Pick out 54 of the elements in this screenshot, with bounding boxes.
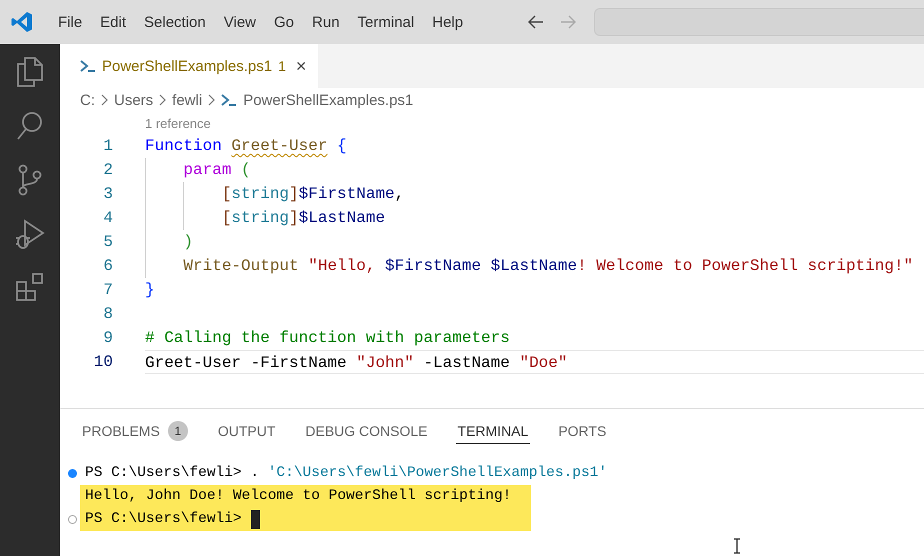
chevron-right-icon bbox=[159, 94, 166, 106]
line-number: 6 bbox=[102, 256, 114, 277]
panel-tab[interactable]: DEBUG CONSOLE bbox=[303, 419, 430, 444]
line-number: 7 bbox=[102, 280, 114, 301]
command-status-icon[interactable] bbox=[68, 515, 77, 524]
codelens-link[interactable]: 1 reference bbox=[145, 116, 211, 130]
back-arrow-icon[interactable] bbox=[528, 15, 544, 29]
menu-item[interactable]: Go bbox=[265, 10, 304, 34]
problem-count-badge: 1 bbox=[168, 421, 188, 441]
menu-item[interactable]: Run bbox=[303, 10, 349, 34]
menu-item[interactable]: Terminal bbox=[348, 10, 424, 34]
code-line: Function Greet-User { bbox=[145, 136, 348, 157]
breadcrumb-item[interactable]: Users bbox=[114, 92, 154, 108]
breadcrumb-item[interactable]: C: bbox=[80, 92, 95, 108]
menu-item[interactable]: Selection bbox=[135, 10, 215, 34]
terminal-icon bbox=[221, 93, 238, 107]
extensions-icon[interactable] bbox=[15, 272, 45, 304]
panel-tab[interactable]: PROBLEMS 1 bbox=[80, 417, 190, 446]
terminal-line: Hello, John Doe! Welcome to PowerShell scripting! bbox=[85, 487, 512, 506]
app-logo-icon[interactable] bbox=[10, 10, 34, 34]
close-icon[interactable]: × bbox=[296, 56, 306, 76]
code-line: } bbox=[145, 280, 156, 301]
panel-tab[interactable]: PORTS bbox=[556, 419, 608, 444]
menu-item[interactable]: Help bbox=[423, 10, 472, 34]
terminal-icon bbox=[80, 59, 96, 73]
line-number: 2 bbox=[102, 160, 114, 181]
problem-count: 1 bbox=[278, 58, 286, 74]
terminal-line: PS C:\Users\fewli> . 'C:\Users\fewli\PowerShellExamples.ps1' bbox=[85, 464, 608, 483]
text-cursor-icon bbox=[733, 538, 741, 554]
line-number: 5 bbox=[102, 232, 114, 253]
line-number: 1 bbox=[102, 136, 114, 157]
source-control-icon[interactable] bbox=[16, 164, 44, 196]
panel-tab[interactable]: OUTPUT bbox=[216, 419, 278, 444]
files-icon[interactable] bbox=[15, 56, 45, 88]
menu-item[interactable]: View bbox=[214, 10, 265, 34]
search-icon[interactable] bbox=[15, 110, 45, 142]
editor-tab[interactable]: PowerShellExamples.ps1 1 × bbox=[60, 44, 318, 88]
line-number: 4 bbox=[102, 208, 114, 229]
code-line: Greet-User -FirstName "John" -LastName "Doe" bbox=[145, 350, 924, 374]
panel-tab[interactable]: TERMINAL bbox=[456, 419, 530, 444]
command-status-icon[interactable] bbox=[68, 469, 77, 478]
line-number: 3 bbox=[102, 184, 114, 205]
menu-item[interactable]: File bbox=[49, 10, 92, 34]
line-number: 8 bbox=[102, 304, 114, 325]
breadcrumb-item[interactable]: PowerShellExamples.ps1 bbox=[243, 92, 414, 108]
breadcrumb-item[interactable]: fewli bbox=[172, 92, 202, 108]
run-debug-icon[interactable] bbox=[15, 218, 45, 250]
menu-item[interactable]: Edit bbox=[91, 10, 136, 34]
chevron-right-icon bbox=[101, 94, 108, 106]
code-line: # Calling the function with parameters bbox=[145, 328, 511, 349]
line-number: 10 bbox=[92, 352, 114, 373]
chevron-right-icon bbox=[208, 94, 216, 106]
terminal-line: PS C:\Users\fewli> bbox=[85, 510, 242, 529]
line-number: 9 bbox=[102, 328, 114, 349]
